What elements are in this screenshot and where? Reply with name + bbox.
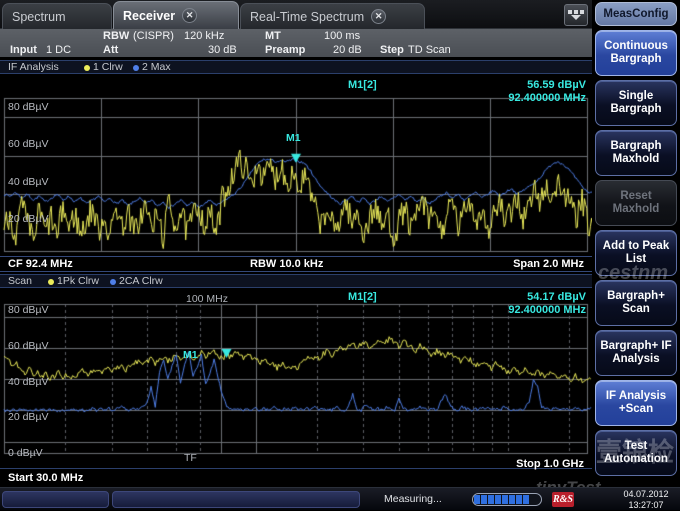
upper-diagram-footer: CF 92.4 MHz RBW 10.0 kHz Span 2.0 MHz <box>0 256 592 272</box>
trace-color-dot <box>110 278 116 285</box>
upper-marker-label: M1 <box>286 132 301 144</box>
scan-diagram[interactable]: M1[2] 54.17 dBµV 92.400000 MHz 100 MHz 8… <box>0 290 592 468</box>
progress-bar <box>472 493 542 506</box>
stop-frequency[interactable]: Stop 1.0 GHz <box>516 455 584 474</box>
lower-marker-frequency: 92.400000 MHz <box>508 304 586 316</box>
lower-y-tick: 40 dBµV <box>8 376 49 388</box>
trace-label: 2 Max <box>142 61 171 73</box>
logo-text: R&S <box>552 494 573 505</box>
clock: 04.07.2012 13:27:07 <box>615 489 677 510</box>
lower-diagram-legend: Scan 1Pk Clrw 2CA Clrw <box>0 274 592 288</box>
resolution-bandwidth[interactable]: RBW 10.0 kHz <box>250 257 323 272</box>
att-label[interactable]: Att <box>103 43 118 57</box>
upper-marker-level: 56.59 dBµV <box>527 79 586 91</box>
menu-dots-icon <box>568 10 584 14</box>
softkey-reset-maxhold: Reset Maxhold <box>595 180 677 226</box>
upper-marker-name[interactable]: M1[2] <box>348 79 377 91</box>
softkey-panel: MeasConfig Continuous Bargraph Single Ba… <box>592 0 680 487</box>
span[interactable]: Span 2.0 MHz <box>513 257 584 272</box>
instrument-screen: Spectrum Receiver ✕ Real-Time Spectrum ✕… <box>0 0 680 510</box>
mt-label[interactable]: MT <box>265 29 281 43</box>
taskbar: Measuring... R&S 04.07.2012 13:27:07 <box>0 487 680 510</box>
upper-y-tick: 60 dBµV <box>8 138 49 150</box>
preamp-label[interactable]: Preamp <box>265 43 305 57</box>
trace-label: 1Pk Clrw <box>57 275 100 287</box>
lower-diagram-title: Scan <box>8 275 32 287</box>
tab-receiver[interactable]: Receiver ✕ <box>113 1 239 29</box>
taskbar-button-1[interactable] <box>2 491 109 508</box>
upper-y-tick: 80 dBµV <box>8 101 49 113</box>
clock-date: 04.07.2012 <box>623 489 669 499</box>
lower-marker-name[interactable]: M1[2] <box>348 291 377 303</box>
trace-2-legend[interactable]: 2CA Clrw <box>110 275 163 288</box>
softkey-test-automation[interactable]: Test Automation <box>595 430 677 476</box>
upper-diagram-title: IF Analysis <box>8 61 59 73</box>
softkey-if-analysis-scan[interactable]: IF Analysis +Scan <box>595 380 677 426</box>
input-label[interactable]: Input <box>10 43 37 57</box>
softkey-single-bargraph[interactable]: Single Bargraph <box>595 80 677 126</box>
tab-label: Receiver <box>123 8 176 23</box>
upper-diagram-legend: IF Analysis 1 Clrw 2 Max <box>0 60 592 74</box>
rohde-schwarz-logo-icon: R&S <box>552 492 574 507</box>
upper-marker-frequency: 92.400000 MHz <box>508 92 586 104</box>
taskbar-button-2[interactable] <box>112 491 360 508</box>
step-label[interactable]: Step <box>380 43 404 57</box>
status-text: Measuring... <box>384 493 442 505</box>
start-frequency[interactable]: Start 30.0 MHz <box>8 469 83 488</box>
header-row-1: RBW (CISPR) 120 kHz MT 100 ms <box>0 29 592 43</box>
upper-y-tick: 20 dBµV <box>8 213 49 225</box>
mt-value[interactable]: 100 ms <box>324 29 360 43</box>
input-value[interactable]: 1 DC <box>46 43 71 57</box>
rbw-value[interactable]: 120 kHz <box>184 29 224 43</box>
rbw-qualifier: (CISPR) <box>133 30 174 42</box>
softkey-bargraph-if-analysis[interactable]: Bargraph+ IF Analysis <box>595 330 677 376</box>
tab-menu-icon[interactable] <box>564 4 588 26</box>
close-icon[interactable]: ✕ <box>371 9 387 24</box>
lower-diagram-footer: Start 30.0 MHz Stop 1.0 GHz <box>0 458 592 488</box>
step-value[interactable]: TD Scan <box>408 43 451 57</box>
trace-color-dot <box>133 64 139 71</box>
lower-y-tick: 60 dBµV <box>8 340 49 352</box>
header-row-2: Input 1 DC Att 30 dB Preamp 20 dB Step T… <box>0 43 592 57</box>
trace-label: 2CA Clrw <box>119 275 163 287</box>
scan-plot[interactable] <box>0 290 592 468</box>
if-analysis-plot[interactable] <box>0 76 592 256</box>
tab-spectrum[interactable]: Spectrum <box>2 3 112 29</box>
softkey-bargraph-scan[interactable]: Bargraph+ Scan <box>595 280 677 326</box>
tab-label: Spectrum <box>12 9 66 24</box>
trace-1-legend[interactable]: 1Pk Clrw <box>48 275 99 288</box>
clock-time: 13:27:07 <box>628 499 664 510</box>
preamp-value[interactable]: 20 dB <box>333 43 362 57</box>
softkey-menu-title[interactable]: MeasConfig <box>595 2 677 26</box>
trace-label: 1 Clrw <box>93 61 123 73</box>
grid-frequency-label: 100 MHz <box>186 293 229 305</box>
close-icon[interactable]: ✕ <box>182 8 198 23</box>
lower-y-tick: 0 dBµV <box>8 447 43 459</box>
trace-2-legend[interactable]: 2 Max <box>133 61 171 74</box>
lower-marker-label: M1 <box>183 349 198 361</box>
softkey-continuous-bargraph[interactable]: Continuous Bargraph <box>595 30 677 76</box>
header-settings: RBW (CISPR) 120 kHz MT 100 ms Input 1 DC… <box>0 29 592 57</box>
softkey-add-to-peak-list[interactable]: Add to Peak List <box>595 230 677 276</box>
rbw-label[interactable]: RBW <box>103 29 129 43</box>
trace-color-dot <box>48 278 54 285</box>
att-value[interactable]: 30 dB <box>208 43 237 57</box>
trace-color-dot <box>84 64 90 71</box>
lower-marker-level: 54.17 dBµV <box>527 291 586 303</box>
chevron-down-icon <box>571 15 581 20</box>
center-frequency[interactable]: CF 92.4 MHz <box>8 257 73 272</box>
if-analysis-diagram[interactable]: M1[2] 56.59 dBµV 92.400000 MHz 80 dBµV 6… <box>0 76 592 256</box>
softkey-bargraph-maxhold[interactable]: Bargraph Maxhold <box>595 130 677 176</box>
tab-bar: Spectrum Receiver ✕ Real-Time Spectrum ✕ <box>0 0 592 29</box>
lower-y-tick: 20 dBµV <box>8 411 49 423</box>
trace-1-legend[interactable]: 1 Clrw <box>84 61 123 74</box>
lower-y-tick: 80 dBµV <box>8 304 49 316</box>
tab-label: Real-Time Spectrum <box>250 9 365 24</box>
tab-real-time-spectrum[interactable]: Real-Time Spectrum ✕ <box>240 3 425 29</box>
tuned-frequency-label: TF <box>184 452 197 464</box>
upper-y-tick: 40 dBµV <box>8 176 49 188</box>
